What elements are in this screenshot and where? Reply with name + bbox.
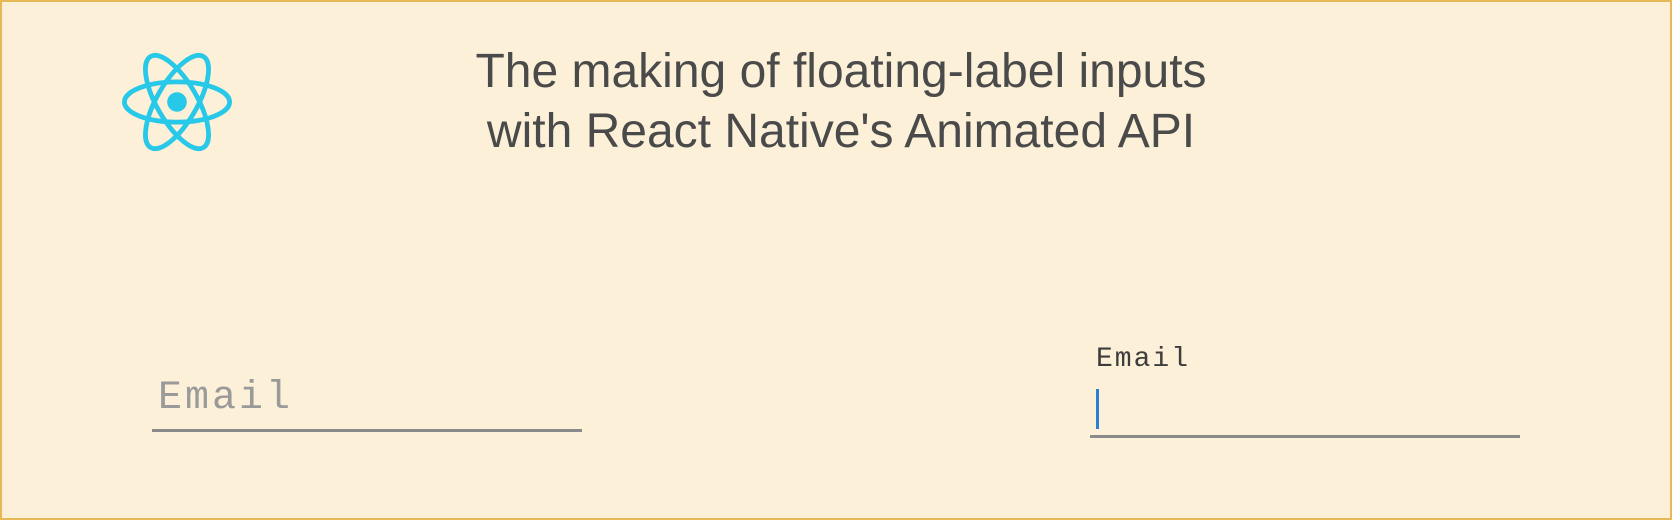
text-caret bbox=[1096, 389, 1099, 429]
header: The making of floating-label inputs with… bbox=[2, 2, 1670, 162]
email-input-unfocused[interactable]: Email bbox=[152, 376, 582, 438]
input-underline bbox=[1090, 382, 1520, 438]
react-logo-icon bbox=[122, 47, 232, 157]
inputs-row: Email Email bbox=[2, 376, 1670, 438]
email-input-focused[interactable]: Email bbox=[1090, 382, 1520, 438]
page-title: The making of floating-label inputs with… bbox=[232, 42, 1550, 162]
email-placeholder-label: Email bbox=[158, 376, 293, 421]
input-underline: Email bbox=[152, 376, 582, 432]
email-floated-label: Email bbox=[1096, 344, 1190, 375]
